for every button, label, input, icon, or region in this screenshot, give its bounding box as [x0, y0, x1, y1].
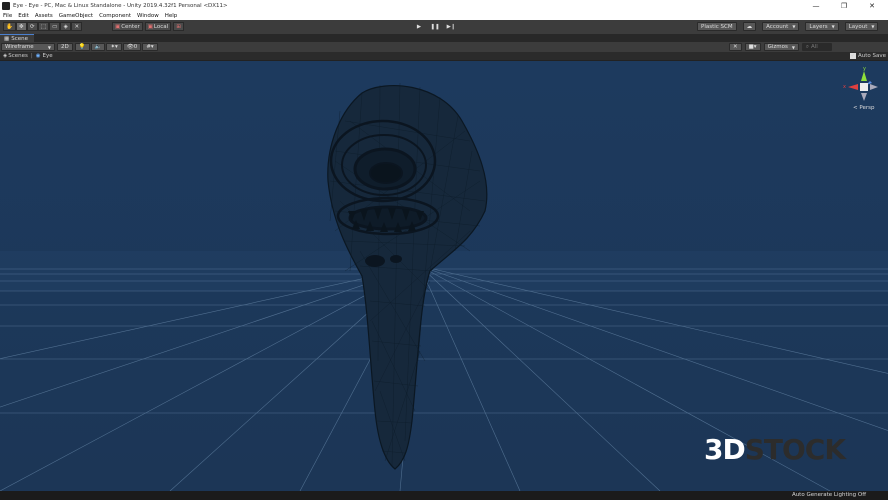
scale-tool-icon[interactable]: ⬚ [37, 22, 50, 31]
local-icon: ▣ [147, 23, 153, 30]
scene-search-input[interactable]: ⌕ All [801, 43, 832, 51]
grid-dropdown-icon[interactable]: #▾ [142, 43, 158, 51]
pivot-local-button[interactable]: ▣ Local [144, 22, 172, 31]
autosave-toggle[interactable]: ✓ Auto Save [849, 53, 886, 59]
menu-component[interactable]: Component [99, 13, 131, 19]
scene-toolbar: Wireframe ▼ 2D 💡 🔈 ✦▾ 👁0 #▾ ✕ ■▾ Gizmos ▼ … [0, 42, 888, 52]
2d-toggle[interactable]: 2D [57, 43, 73, 51]
lighting-toggle-icon[interactable]: 💡 [74, 43, 90, 51]
scene-right-tools: ✕ ■▾ Gizmos ▼ ⌕ All [729, 43, 832, 51]
draw-mode-dropdown[interactable]: Wireframe ▼ [1, 43, 55, 51]
window-title: Eye - Eye - PC, Mac & Linux Standalone -… [13, 2, 228, 9]
center-icon: ▣ [115, 23, 121, 30]
breadcrumb: ◈ Scenes | ◉ Eye ✓ Auto Save [0, 52, 888, 61]
panel-tabs: ▦ Scene [0, 34, 888, 42]
custom-tool-icon[interactable]: ✕ [71, 22, 83, 31]
gizmo-y-label: y [863, 66, 866, 72]
layout-dropdown[interactable]: Layout ▼ [844, 22, 879, 31]
tools-icon[interactable]: ✕ [729, 43, 742, 51]
rotate-tool-icon[interactable]: ⟳ [26, 22, 38, 31]
projection-label[interactable]: < Persp [853, 105, 874, 111]
cloud-icon[interactable]: ☁ [742, 22, 757, 31]
rect-tool-icon[interactable]: ▭ [49, 22, 61, 31]
status-text: Auto Generate Lighting Off [791, 492, 866, 498]
effects-dropdown-icon[interactable]: ✦▾ [106, 43, 122, 51]
menu-bar: File Edit Assets GameObject Component Wi… [0, 11, 888, 20]
pause-icon[interactable]: ❚❚ [429, 22, 441, 31]
gizmo-x-label: x [843, 84, 846, 90]
pivot-group: ▣ Center ▣ Local ⊞ [112, 22, 185, 31]
minimize-button[interactable]: — [802, 0, 830, 11]
menu-help[interactable]: Help [165, 13, 178, 19]
hidden-objects-icon[interactable]: 👁0 [122, 43, 142, 51]
gizmos-dropdown[interactable]: Gizmos ▼ [763, 43, 799, 51]
menu-assets[interactable]: Assets [35, 13, 53, 19]
scenes-icon: ◈ [3, 53, 8, 59]
menu-file[interactable]: File [3, 13, 12, 19]
move-tool-icon[interactable]: ✥ [15, 22, 27, 31]
plastic-scm-button[interactable]: Plastic SCM [697, 22, 737, 31]
hand-tool-icon[interactable]: ✋ [3, 22, 16, 31]
checkbox-icon: ✓ [849, 53, 856, 59]
step-icon[interactable]: ▶❙ [445, 22, 457, 31]
menu-edit[interactable]: Edit [18, 13, 29, 19]
play-controls: ▶ ❚❚ ▶❙ [413, 22, 457, 31]
tab-scene[interactable]: ▦ Scene [0, 34, 34, 42]
viewport-canvas [0, 61, 888, 491]
play-icon[interactable]: ▶ [413, 22, 425, 31]
scene-viewport[interactable]: y x < Persp 3DSTOCK [0, 61, 888, 491]
prefab-icon: ◉ [35, 53, 41, 59]
maximize-button[interactable]: ❐ [830, 0, 858, 11]
account-dropdown[interactable]: Account ▼ [762, 22, 800, 31]
grid-snap-button[interactable]: ⊞ [173, 22, 185, 31]
breadcrumb-scenes[interactable]: Scenes [8, 53, 28, 59]
camera-dropdown-icon[interactable]: ■▾ [744, 43, 761, 51]
breadcrumb-eye[interactable]: Eye [43, 53, 53, 59]
scene-tab-icon: ▦ [4, 35, 10, 42]
pivot-center-button[interactable]: ▣ Center [112, 22, 143, 31]
unity-logo-icon [2, 1, 10, 10]
right-toolbar: Plastic SCM ☁ Account ▼ Layers ▼ Layout ▼ [697, 22, 879, 31]
axis-gizmo-icon [848, 71, 878, 101]
transform-tools: ✋ ✥ ⟳ ⬚ ▭ ◈ ✕ [3, 22, 83, 31]
main-toolbar: ✋ ✥ ⟳ ⬚ ▭ ◈ ✕ ▣ Center ▣ Local ⊞ ▶ ❚❚ ▶❙ P… [0, 20, 888, 34]
window-titlebar: Eye - Eye - PC, Mac & Linux Standalone -… [0, 0, 888, 11]
breadcrumb-separator: | [30, 53, 33, 59]
watermark-logo: 3DSTOCK [704, 433, 846, 466]
menu-window[interactable]: Window [137, 13, 159, 19]
status-bar: Auto Generate Lighting Off [0, 491, 888, 500]
close-button[interactable]: ✕ [858, 0, 886, 11]
menu-gameobject[interactable]: GameObject [59, 13, 93, 19]
layers-dropdown[interactable]: Layers ▼ [805, 22, 839, 31]
audio-toggle-icon[interactable]: 🔈 [90, 43, 106, 51]
transform-tool-icon[interactable]: ◈ [60, 22, 72, 31]
